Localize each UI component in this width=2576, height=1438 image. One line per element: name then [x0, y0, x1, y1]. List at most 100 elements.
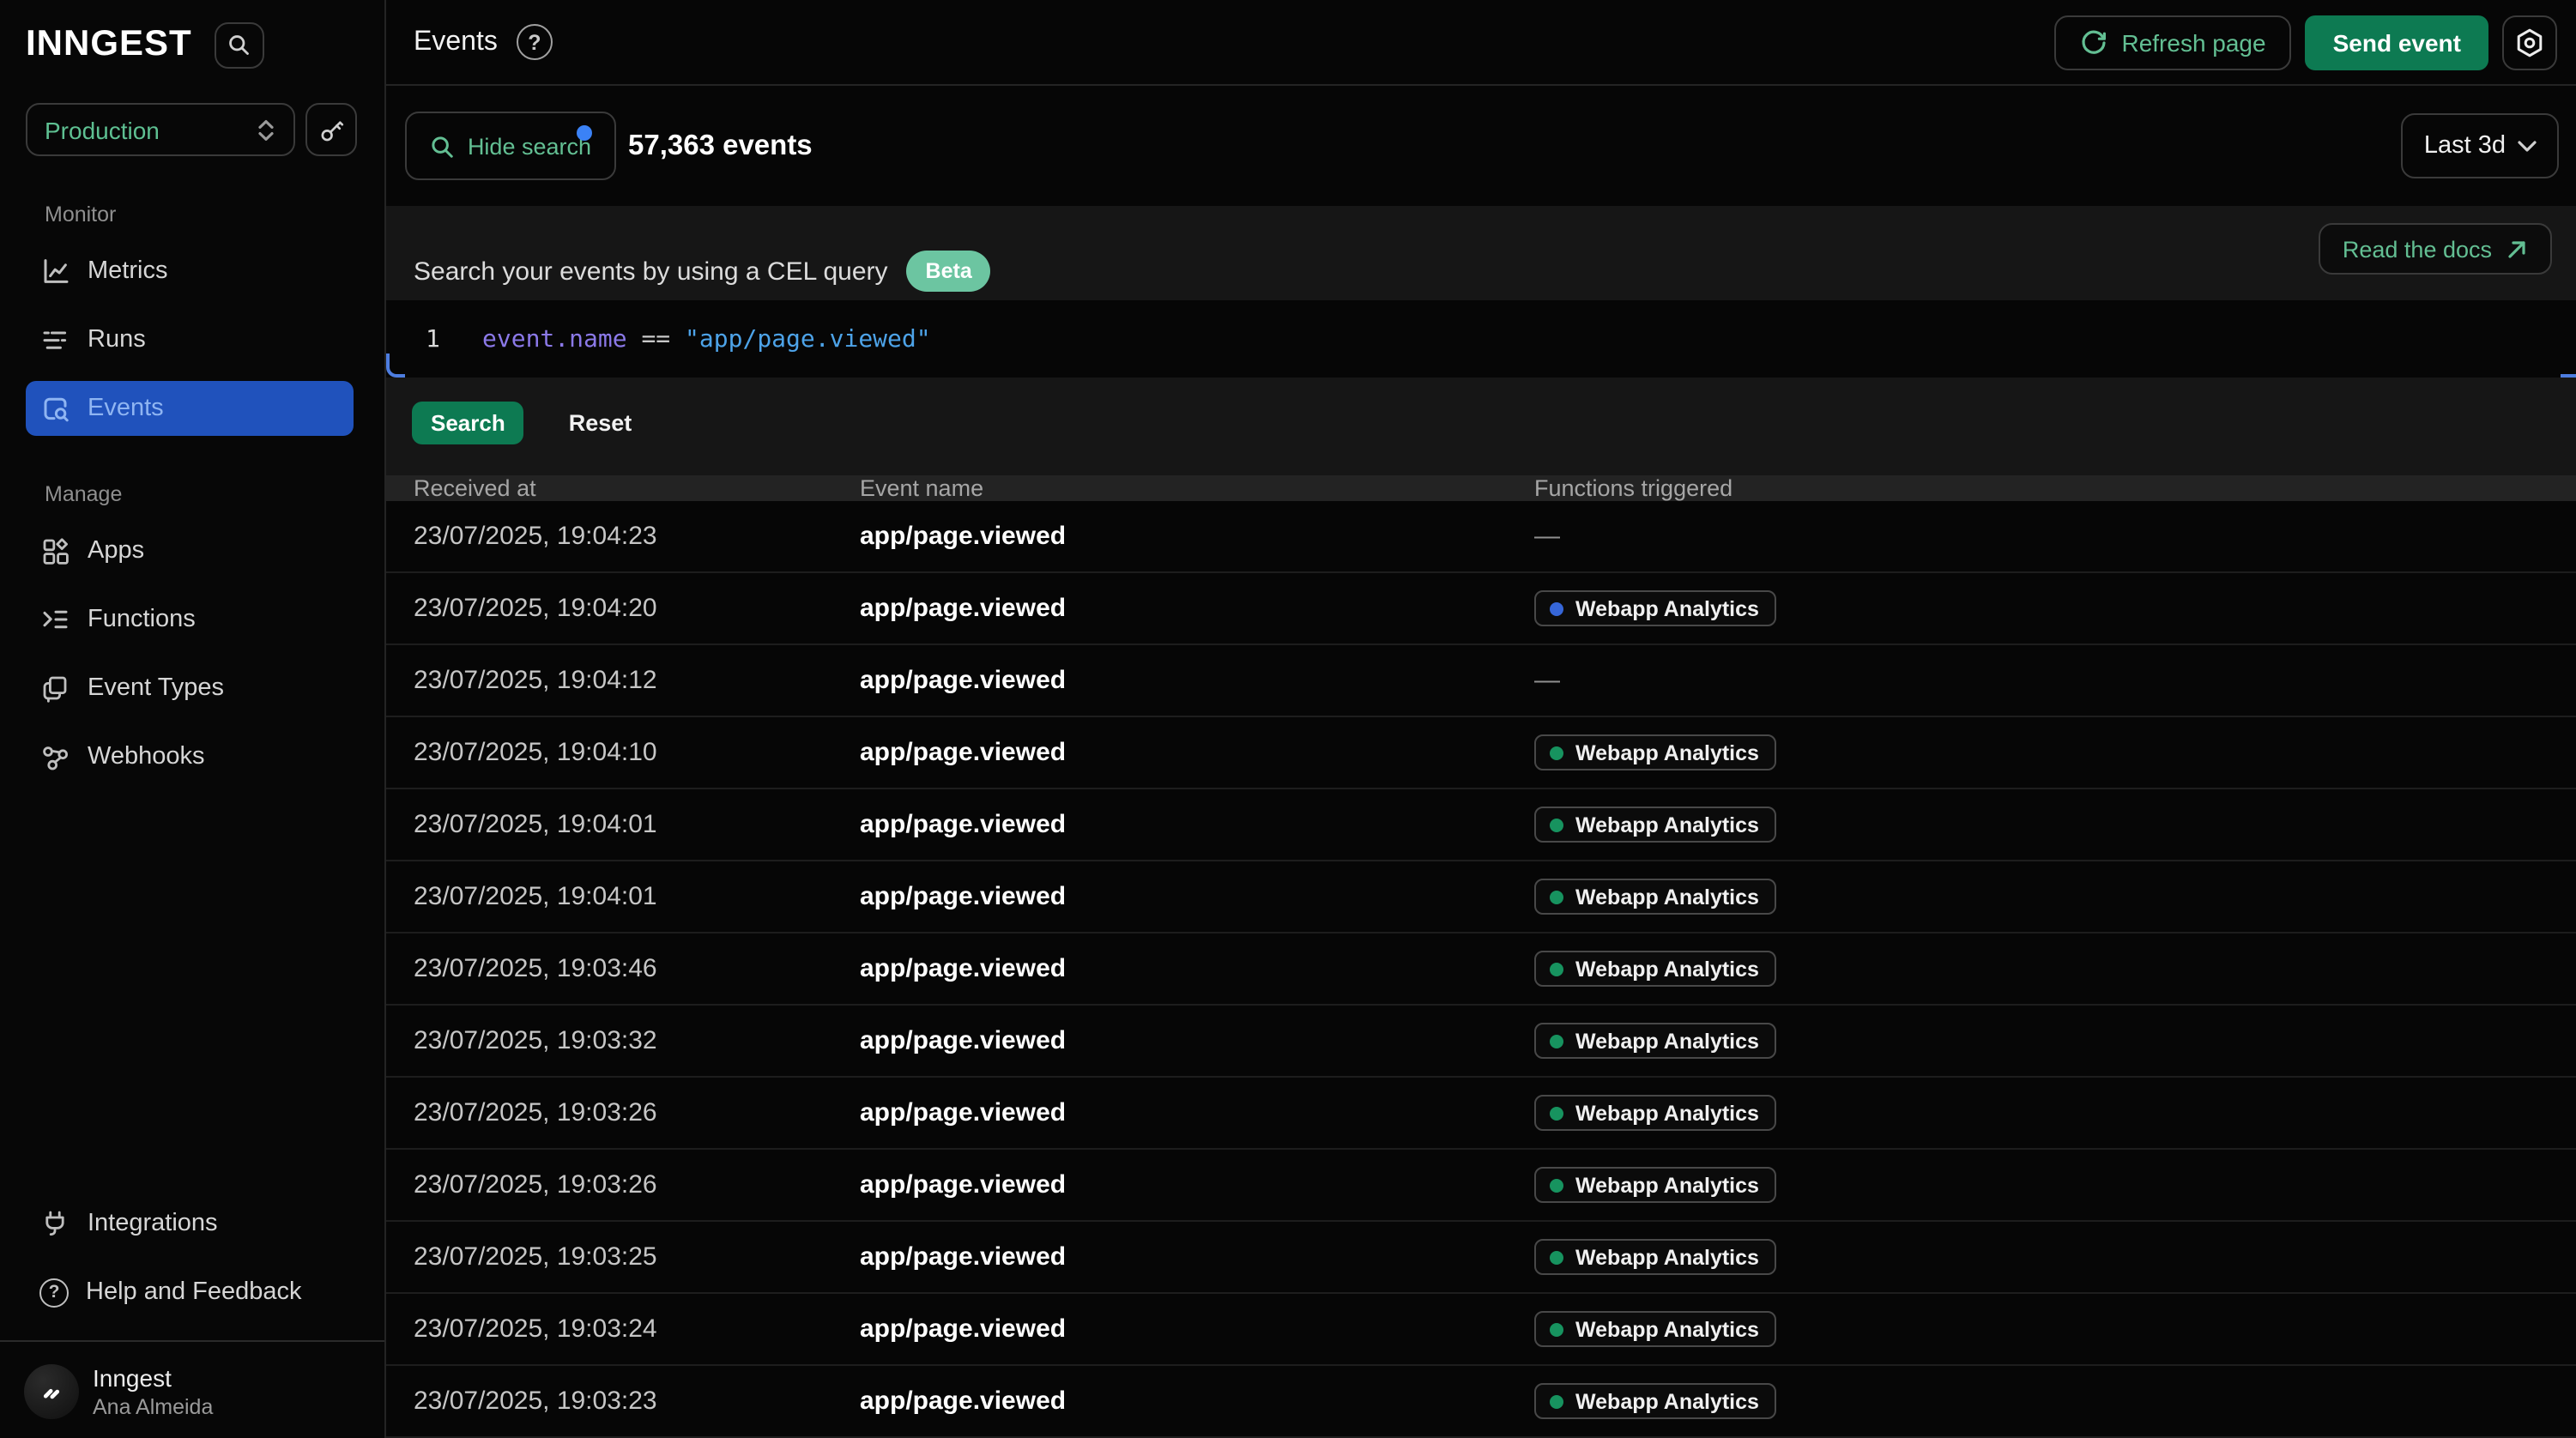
event-name-cell: app/page.viewed — [860, 954, 1534, 983]
event-name-cell: app/page.viewed — [860, 810, 1534, 839]
inngest-logo: INNGEST — [26, 24, 192, 65]
received-at-cell: 23/07/2025, 19:03:26 — [414, 1170, 860, 1199]
screen: INNGEST Production — [0, 0, 2576, 1438]
event-name-cell: app/page.viewed — [860, 1170, 1534, 1199]
function-name: Webapp Analytics — [1575, 1317, 1759, 1341]
chevron-down-icon — [2518, 140, 2537, 152]
functions-cell: Webapp Analytics — [1534, 1167, 2576, 1203]
sidebar-search-button[interactable] — [215, 21, 264, 68]
received-at-cell: 23/07/2025, 19:04:01 — [414, 810, 860, 839]
sidebar-logo-row: INNGEST — [0, 0, 384, 89]
cel-search-panel: Search your events by using a CEL query … — [386, 206, 2576, 475]
sidebar-item-functions[interactable]: Functions — [26, 592, 354, 647]
no-functions-dash: — — [1534, 521, 1560, 550]
event-keys-button[interactable] — [305, 103, 357, 156]
table-row[interactable]: 23/07/2025, 19:04:10app/page.viewedWebap… — [386, 717, 2576, 789]
function-name: Webapp Analytics — [1575, 1245, 1759, 1269]
sidebar-item-metrics[interactable]: Metrics — [26, 244, 354, 299]
sidebar-item-webhooks[interactable]: Webhooks — [26, 729, 354, 784]
event-name-cell: app/page.viewed — [860, 1098, 1534, 1127]
profile-user: Ana Almeida — [93, 1395, 213, 1419]
send-event-button[interactable]: Send event — [2306, 15, 2488, 69]
function-status-dot — [1550, 818, 1563, 831]
event-name-cell: app/page.viewed — [860, 1242, 1534, 1272]
read-the-docs-button[interactable]: Read the docs — [2319, 223, 2552, 275]
sidebar-item-label: Integrations — [88, 1210, 218, 1237]
function-badge[interactable]: Webapp Analytics — [1534, 1239, 1776, 1275]
sidebar-item-help-and-feedback[interactable]: ? Help and Feedback — [26, 1265, 354, 1320]
notification-dot — [577, 125, 592, 141]
function-status-dot — [1550, 890, 1563, 903]
beta-badge: Beta — [907, 251, 991, 292]
table-row[interactable]: 23/07/2025, 19:04:01app/page.viewedWebap… — [386, 861, 2576, 933]
profile[interactable]: Inngest Ana Almeida — [0, 1342, 384, 1419]
function-badge[interactable]: Webapp Analytics — [1534, 807, 1776, 843]
function-name: Webapp Analytics — [1575, 1101, 1759, 1125]
function-badge[interactable]: Webapp Analytics — [1534, 590, 1776, 626]
function-status-dot — [1550, 1106, 1563, 1120]
send-event-label: Send event — [2333, 28, 2461, 56]
table-row[interactable]: 23/07/2025, 19:03:46app/page.viewedWebap… — [386, 933, 2576, 1006]
table-row[interactable]: 23/07/2025, 19:04:23app/page.viewed— — [386, 501, 2576, 573]
table-row[interactable]: 23/07/2025, 19:03:24app/page.viewedWebap… — [386, 1294, 2576, 1366]
function-status-dot — [1550, 1250, 1563, 1264]
time-range-value: Last 3d — [2424, 132, 2506, 160]
sidebar-item-apps[interactable]: Apps — [26, 523, 354, 578]
column-header-event-name: Event name — [860, 475, 1534, 501]
table-row[interactable]: 23/07/2025, 19:03:26app/page.viewedWebap… — [386, 1150, 2576, 1222]
function-badge[interactable]: Webapp Analytics — [1534, 879, 1776, 915]
sidebar-item-runs[interactable]: Runs — [26, 312, 354, 367]
cel-query-editor[interactable]: 1 event.name == "app/page.viewed" — [386, 300, 2576, 378]
sidebar-section-monitor: Monitor — [45, 202, 384, 227]
table-row[interactable]: 23/07/2025, 19:03:23app/page.viewedWebap… — [386, 1366, 2576, 1438]
table-row[interactable]: 23/07/2025, 19:03:32app/page.viewedWebap… — [386, 1006, 2576, 1078]
table-row[interactable]: 23/07/2025, 19:04:20app/page.viewedWebap… — [386, 573, 2576, 645]
events-table-rows: 23/07/2025, 19:04:23app/page.viewed—23/0… — [386, 501, 2576, 1438]
help-icon[interactable]: ? — [517, 24, 553, 60]
functions-cell: Webapp Analytics — [1534, 1311, 2576, 1347]
search-button[interactable]: Search — [412, 402, 524, 444]
function-badge[interactable]: Webapp Analytics — [1534, 734, 1776, 770]
function-badge[interactable]: Webapp Analytics — [1534, 1311, 1776, 1347]
function-badge[interactable]: Webapp Analytics — [1534, 1383, 1776, 1419]
function-badge[interactable]: Webapp Analytics — [1534, 1095, 1776, 1131]
table-row[interactable]: 23/07/2025, 19:04:01app/page.viewedWebap… — [386, 789, 2576, 861]
event-types-icon — [39, 673, 70, 704]
function-badge[interactable]: Webapp Analytics — [1534, 1023, 1776, 1059]
environment-name: Production — [45, 116, 256, 143]
inngest-mark-icon — [36, 1376, 67, 1407]
received-at-cell: 23/07/2025, 19:04:20 — [414, 594, 860, 623]
functions-cell: Webapp Analytics — [1534, 1095, 2576, 1131]
time-range-selector[interactable]: Last 3d — [2402, 113, 2559, 178]
table-row[interactable]: 23/07/2025, 19:04:12app/page.viewed— — [386, 645, 2576, 717]
sidebar-item-label: Event Types — [88, 674, 224, 702]
received-at-cell: 23/07/2025, 19:03:24 — [414, 1314, 860, 1344]
sidebar-item-event-types[interactable]: Event Types — [26, 661, 354, 716]
function-name: Webapp Analytics — [1575, 957, 1759, 981]
main-content: Events ? Refresh page Send event — [386, 0, 2576, 1438]
cel-query-code: event.name == "app/page.viewed" — [482, 325, 931, 353]
events-toolbar: Hide search 57,363 events Last 3d — [386, 86, 2576, 206]
function-status-dot — [1550, 601, 1563, 615]
settings-button[interactable] — [2502, 15, 2557, 69]
function-badge[interactable]: Webapp Analytics — [1534, 1167, 1776, 1203]
table-row[interactable]: 23/07/2025, 19:03:25app/page.viewedWebap… — [386, 1222, 2576, 1294]
function-status-dot — [1550, 746, 1563, 759]
table-row[interactable]: 23/07/2025, 19:03:26app/page.viewedWebap… — [386, 1078, 2576, 1150]
hide-search-button[interactable]: Hide search — [405, 112, 616, 180]
panel-title-row: Search your events by using a CEL query … — [414, 251, 991, 292]
sidebar-item-integrations[interactable]: Integrations — [26, 1196, 354, 1251]
events-table: Received at Event name Functions trigger… — [386, 475, 2576, 1438]
functions-cell: — — [1534, 521, 2576, 552]
function-badge[interactable]: Webapp Analytics — [1534, 951, 1776, 987]
refresh-page-button[interactable]: Refresh page — [2054, 15, 2291, 69]
sidebar-footer: Integrations ? Help and Feedback — [0, 1196, 384, 1419]
event-name-cell: app/page.viewed — [860, 882, 1534, 911]
no-functions-dash: — — [1534, 665, 1560, 694]
reset-button[interactable]: Reset — [555, 402, 646, 444]
sidebar-item-events[interactable]: Events — [26, 381, 354, 436]
sidebar-section-manage: Manage — [45, 482, 384, 506]
refresh-icon — [2080, 28, 2107, 56]
refresh-page-label: Refresh page — [2121, 28, 2265, 56]
environment-selector[interactable]: Production — [26, 103, 295, 156]
